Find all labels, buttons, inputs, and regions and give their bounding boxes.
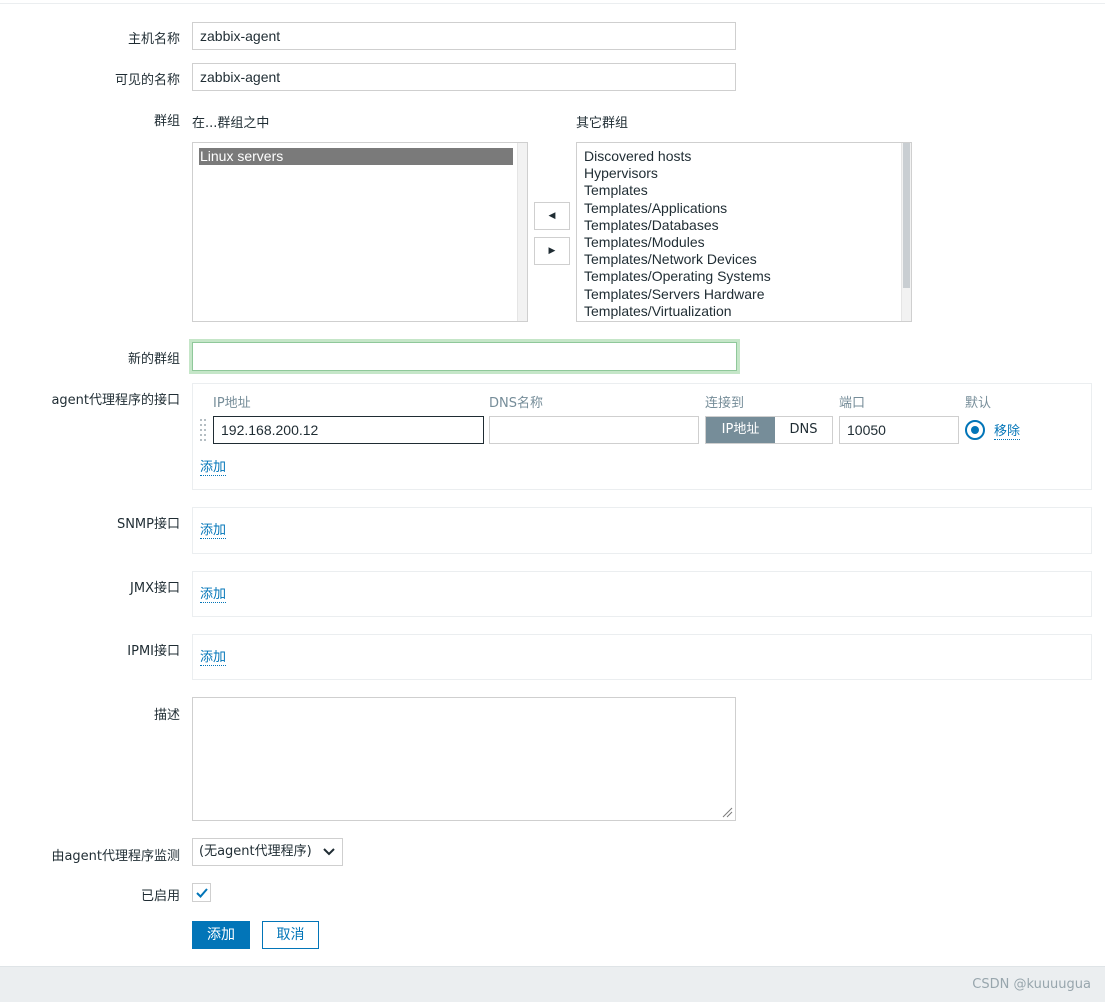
col-default-header: 默认	[965, 396, 992, 411]
other-group-option[interactable]: Templates/Modules	[583, 234, 897, 251]
drag-handle-icon[interactable]	[200, 419, 208, 441]
agent-interface-panel: IP地址 DNS名称 连接到 端口 默认 192.168.200.12 IP地址…	[192, 383, 1092, 490]
port-input[interactable]: 10050	[839, 416, 959, 444]
other-group-option[interactable]: Templates/Databases	[583, 217, 897, 234]
in-group-option[interactable]: Linux servers	[199, 148, 513, 166]
description-label: 描述	[153, 708, 180, 723]
new-group-label: 新的群组	[127, 352, 180, 367]
other-group-option[interactable]: Templates/Operating Systems	[583, 268, 897, 285]
in-groups-listbox[interactable]: Linux servers	[192, 142, 528, 322]
visible-name-input[interactable]: zabbix-agent	[192, 63, 736, 91]
other-group-option[interactable]: Discovered hosts	[583, 148, 897, 165]
connect-to-toggle[interactable]: IP地址 DNS	[705, 416, 833, 444]
other-group-option[interactable]: Templates/Servers Hardware	[583, 286, 897, 303]
other-groups-scroll-thumb[interactable]	[903, 143, 910, 288]
col-dns-header: DNS名称	[489, 396, 543, 411]
visible-name-label: 可见的名称	[114, 73, 180, 88]
col-port-header: 端口	[839, 396, 866, 411]
enabled-label: 已启用	[140, 889, 180, 904]
other-group-option[interactable]: Templates/Virtualization	[583, 303, 897, 320]
arrow-left-icon: ◀	[548, 211, 556, 221]
connect-ip-option[interactable]: IP地址	[706, 417, 775, 443]
footer-watermark: CSDN @kuuuugua	[972, 977, 1091, 992]
new-group-focus-ring	[189, 339, 740, 374]
host-name-label: 主机名称	[127, 32, 180, 47]
add-agent-interface-link[interactable]: 添加	[200, 460, 227, 476]
default-interface-radio[interactable]	[965, 420, 985, 440]
col-connect-header: 连接到	[705, 396, 745, 411]
other-group-option[interactable]: Hypervisors	[583, 165, 897, 182]
add-host-button[interactable]: 添加	[192, 921, 250, 949]
new-group-input[interactable]	[192, 342, 737, 371]
in-groups-caption: 在...群组之中	[192, 116, 270, 131]
other-groups-scrollbar[interactable]	[901, 143, 911, 321]
checkmark-icon	[196, 888, 208, 898]
ip-address-input[interactable]: 192.168.200.12	[213, 416, 484, 444]
move-left-button[interactable]: ◀	[534, 202, 570, 230]
add-ipmi-interface-link[interactable]: 添加	[200, 650, 227, 666]
snmp-interface-panel: 添加	[192, 507, 1092, 554]
snmp-interface-label: SNMP接口	[116, 517, 180, 532]
top-border	[0, 0, 1105, 4]
add-snmp-interface-link[interactable]: 添加	[200, 523, 227, 539]
dns-name-input[interactable]	[489, 416, 699, 444]
move-right-button[interactable]: ▶	[534, 237, 570, 265]
ipmi-interface-label: IPMI接口	[127, 644, 180, 659]
groups-label: 群组	[153, 114, 180, 129]
connect-dns-option[interactable]: DNS	[775, 417, 832, 443]
other-groups-caption: 其它群组	[576, 116, 629, 131]
monitored-by-value: (无agent代理程序)	[199, 844, 312, 859]
other-group-option[interactable]: Templates	[583, 182, 897, 199]
monitored-by-label: 由agent代理程序监测	[51, 849, 180, 864]
description-textarea[interactable]	[192, 697, 736, 821]
host-name-input[interactable]: zabbix-agent	[192, 22, 736, 50]
jmx-interface-label: JMX接口	[130, 581, 180, 596]
arrow-right-icon: ▶	[548, 246, 556, 256]
chevron-down-icon	[323, 848, 335, 856]
ipmi-interface-panel: 添加	[192, 634, 1092, 680]
in-groups-scrollbar[interactable]	[517, 143, 527, 321]
enabled-checkbox[interactable]	[192, 883, 211, 902]
monitored-by-select[interactable]: (无agent代理程序)	[192, 838, 343, 866]
footer-bar: CSDN @kuuuugua	[0, 966, 1105, 1002]
remove-interface-link[interactable]: 移除	[994, 424, 1021, 440]
jmx-interface-panel: 添加	[192, 571, 1092, 617]
other-group-option[interactable]: Templates/Network Devices	[583, 251, 897, 268]
radio-dot-icon	[971, 426, 979, 434]
col-ip-header: IP地址	[213, 396, 251, 411]
cancel-button[interactable]: 取消	[262, 921, 319, 949]
agent-interface-label: agent代理程序的接口	[51, 393, 180, 408]
resize-grip-icon[interactable]	[722, 807, 733, 818]
other-group-option[interactable]: Templates/Applications	[583, 200, 897, 217]
add-jmx-interface-link[interactable]: 添加	[200, 587, 227, 603]
other-groups-listbox[interactable]: Discovered hosts Hypervisors Templates T…	[576, 142, 912, 322]
